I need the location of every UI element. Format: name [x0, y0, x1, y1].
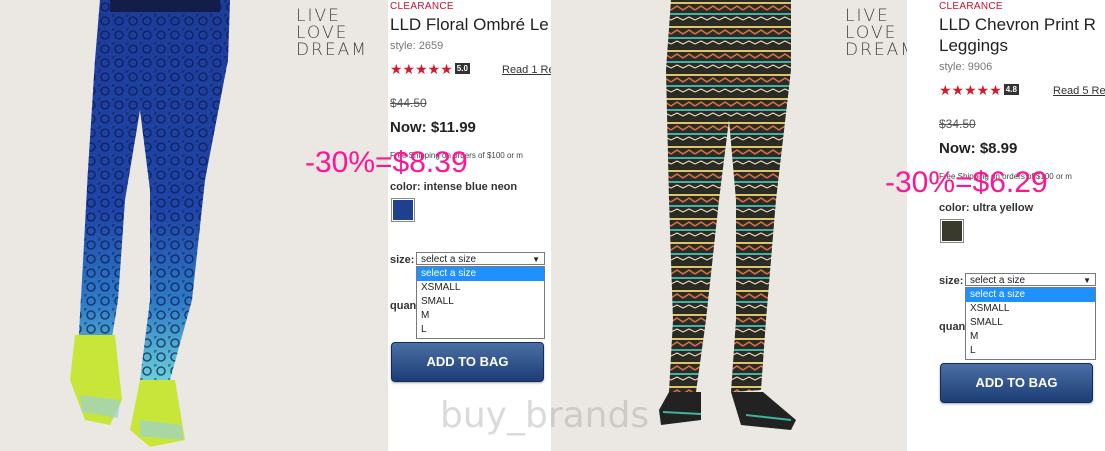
- rating-value: 5.0: [454, 63, 470, 74]
- rating-value: 4.8: [1003, 84, 1019, 95]
- size-label: size:: [939, 275, 964, 287]
- size-option[interactable]: select a size: [417, 267, 544, 281]
- add-to-bag-button[interactable]: ADD TO BAG: [940, 363, 1093, 403]
- sale-price: Now: $8.99: [939, 140, 1018, 157]
- size-option[interactable]: XSMALL: [417, 281, 544, 295]
- size-dropdown[interactable]: select a size XSMALL SMALL M L: [416, 266, 545, 339]
- product-photo-2: LIVE LOVE DREAM: [551, 0, 907, 451]
- add-to-bag-button[interactable]: ADD TO BAG: [391, 342, 544, 382]
- sale-price: Now: $11.99: [390, 119, 476, 136]
- color-label: color: ultra yellow: [939, 202, 1034, 214]
- product-info-2: CLEARANCE LLD Chevron Print R Leggings s…: [937, 0, 1105, 451]
- size-option[interactable]: M: [966, 330, 1095, 344]
- logo-line: DREAM: [845, 40, 907, 60]
- quantity-label: quan: [390, 300, 417, 312]
- clearance-badge: CLEARANCE: [939, 1, 1003, 12]
- color-swatch[interactable]: [940, 219, 964, 243]
- product-info-1: CLEARANCE LLD Floral Ombré Le style: 265…: [388, 0, 551, 451]
- product-title[interactable]: LLD Chevron Print R: [939, 14, 1096, 35]
- product-photo-1: LIVE LOVE DREAM: [0, 0, 388, 451]
- size-select[interactable]: select a size ▼: [416, 252, 545, 265]
- rating-stars: ★★★★★ 4.8: [939, 82, 1019, 99]
- brand-logo: LIVE LOVE DREAM: [845, 8, 907, 59]
- size-option[interactable]: SMALL: [966, 316, 1095, 330]
- rating-stars: ★★★★★ 5.0: [390, 61, 470, 78]
- leggings-image-floral: [70, 0, 230, 447]
- style-number: style: 2659: [390, 40, 444, 52]
- read-reviews-link[interactable]: Read 1 Re: [502, 64, 551, 76]
- size-label: size:: [390, 254, 415, 266]
- style-number: style: 9906: [939, 61, 993, 73]
- chevron-down-icon: ▼: [1083, 276, 1091, 285]
- color-label: color: intense blue neon: [390, 181, 518, 193]
- original-price: $44.50: [390, 96, 427, 110]
- size-select-value: select a size: [421, 254, 477, 265]
- color-swatch[interactable]: [391, 198, 415, 222]
- size-option[interactable]: L: [417, 323, 544, 337]
- brand-logo: LIVE LOVE DREAM: [296, 8, 368, 59]
- size-option[interactable]: select a size: [966, 288, 1095, 302]
- stars-icon: ★★★★★: [939, 82, 1002, 98]
- stars-icon: ★★★★★: [390, 61, 453, 77]
- size-option[interactable]: SMALL: [417, 295, 544, 309]
- watermark: buy_brands: [440, 395, 650, 436]
- clearance-badge: CLEARANCE: [390, 1, 454, 12]
- discount-overlay: -30%=$8.39: [305, 146, 468, 179]
- size-option[interactable]: M: [417, 309, 544, 323]
- size-option[interactable]: XSMALL: [966, 302, 1095, 316]
- discount-overlay: -30%=$6.29: [885, 166, 1048, 199]
- size-select-value: select a size: [970, 275, 1026, 286]
- size-select[interactable]: select a size ▼: [965, 273, 1096, 286]
- size-option[interactable]: L: [966, 344, 1095, 358]
- product-title-line-2[interactable]: Leggings: [939, 35, 1008, 56]
- original-price: $34.50: [939, 117, 976, 131]
- logo-line: DREAM: [296, 40, 368, 60]
- leggings-image-chevron: [659, 0, 796, 430]
- read-reviews-link[interactable]: Read 5 Re: [1053, 85, 1105, 97]
- product-title[interactable]: LLD Floral Ombré Le: [390, 14, 549, 35]
- size-dropdown[interactable]: select a size XSMALL SMALL M L: [965, 287, 1096, 360]
- quantity-label: quan: [939, 321, 966, 333]
- chevron-down-icon: ▼: [532, 255, 540, 264]
